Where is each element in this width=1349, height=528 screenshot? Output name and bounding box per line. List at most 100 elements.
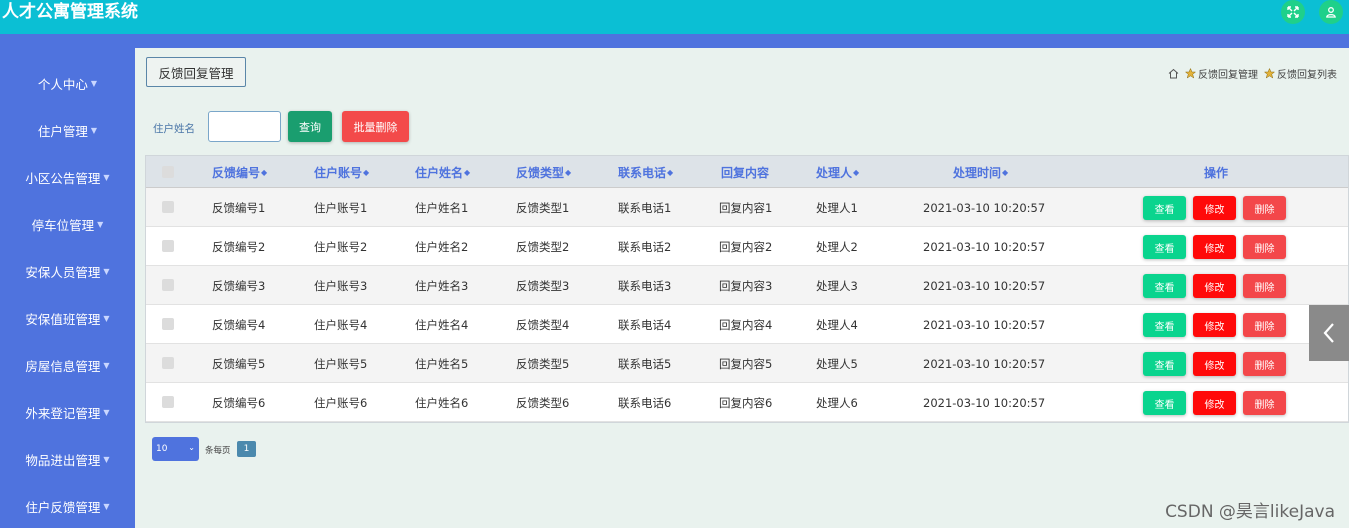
caret-down-icon: ▼ xyxy=(103,313,110,323)
feedback-table: 反馈编号 ◆ 住户账号 ◆ 住户姓名 ◆ 反馈类型 ◆ 联系电话 ◆ 回复内容 处理人 ◆ … xyxy=(145,155,1349,423)
header-feedback-no[interactable]: 反馈编号 ◆ xyxy=(212,156,267,188)
header-type[interactable]: 反馈类型 ◆ xyxy=(516,156,571,188)
breadcrumb: 反馈回复管理 反馈回复列表 xyxy=(1168,66,1337,81)
app-title: 人才公寓管理系统 xyxy=(2,2,138,22)
delete-button[interactable]: 删除 xyxy=(1243,391,1286,415)
cell-handler: 处理人5 xyxy=(816,356,858,371)
row-checkbox[interactable] xyxy=(162,396,174,408)
edit-button[interactable]: 修改 xyxy=(1193,235,1236,259)
sidebar-item-house-info[interactable]: 房屋信息管理 ▼ xyxy=(0,350,135,380)
cell-type: 反馈类型2 xyxy=(516,239,570,254)
sidebar-item-goods[interactable]: 物品进出管理 ▼ xyxy=(0,444,135,474)
cell-reply: 回复内容2 xyxy=(719,239,773,254)
caret-down-icon: ▼ xyxy=(103,454,110,464)
query-button[interactable]: 查询 xyxy=(288,111,332,142)
sidebar-item-notice[interactable]: 小区公告管理 ▼ xyxy=(0,162,135,192)
cell-feedback-no: 反馈编号1 xyxy=(212,200,266,215)
cell-account: 住户账号5 xyxy=(314,356,368,371)
cell-reply: 回复内容6 xyxy=(719,395,773,410)
sidebar-item-resident[interactable]: 住户管理 ▼ xyxy=(0,115,135,145)
view-button[interactable]: 查看 xyxy=(1143,274,1186,298)
sort-icon: ◆ xyxy=(363,167,370,177)
caret-down-icon: ▼ xyxy=(103,172,110,182)
edit-button[interactable]: 修改 xyxy=(1193,352,1236,376)
header-label: 反馈类型 xyxy=(516,165,565,180)
chevron-down-icon: ⌄ xyxy=(188,443,195,452)
fullscreen-button[interactable] xyxy=(1281,0,1305,24)
cell-reply: 回复内容4 xyxy=(719,317,773,332)
cell-reply: 回复内容5 xyxy=(719,356,773,371)
cell-feedback-no: 反馈编号6 xyxy=(212,395,266,410)
sidebar-item-label: 个人中心 xyxy=(37,76,88,92)
view-button[interactable]: 查看 xyxy=(1143,235,1186,259)
header-name[interactable]: 住户姓名 ◆ xyxy=(415,156,470,188)
bulk-delete-button[interactable]: 批量删除 xyxy=(342,111,409,142)
row-checkbox[interactable] xyxy=(162,240,174,252)
edit-button[interactable]: 修改 xyxy=(1193,313,1236,337)
sort-icon: ◆ xyxy=(464,167,471,177)
view-button[interactable]: 查看 xyxy=(1143,196,1186,220)
edit-button[interactable]: 修改 xyxy=(1193,196,1236,220)
sidebar-item-label: 物品进出管理 xyxy=(25,452,101,468)
view-button[interactable]: 查看 xyxy=(1143,391,1186,415)
cell-name: 住户姓名1 xyxy=(415,200,469,215)
sidebar-item-label: 住户反馈管理 xyxy=(25,499,101,515)
page-number-button[interactable]: 1 xyxy=(237,441,256,457)
caret-down-icon: ▼ xyxy=(103,501,110,511)
header-strip xyxy=(0,34,1349,48)
header-handler[interactable]: 处理人 ◆ xyxy=(816,156,859,188)
breadcrumb-item[interactable]: 反馈回复管理 xyxy=(1198,66,1258,81)
row-checkbox[interactable] xyxy=(162,279,174,291)
sidebar-item-visitor[interactable]: 外来登记管理 ▼ xyxy=(0,397,135,427)
cell-time: 2021-03-10 10:20:57 xyxy=(923,239,1046,254)
row-checkbox[interactable] xyxy=(162,201,174,213)
page-size-select[interactable]: 10 ⌄ xyxy=(152,437,199,461)
sidebar-item-security-staff[interactable]: 安保人员管理 ▼ xyxy=(0,256,135,286)
edit-button[interactable]: 修改 xyxy=(1193,274,1236,298)
delete-button[interactable]: 删除 xyxy=(1243,313,1286,337)
header-time[interactable]: 处理时间 ◆ xyxy=(953,156,1008,188)
cell-account: 住户账号3 xyxy=(314,278,368,293)
side-panel-toggle[interactable] xyxy=(1309,305,1349,361)
cell-reply: 回复内容3 xyxy=(719,278,773,293)
resident-name-input[interactable] xyxy=(208,111,281,142)
chevron-left-icon xyxy=(1323,323,1334,343)
top-header: 人才公寓管理系统 xyxy=(0,0,1349,34)
cell-feedback-no: 反馈编号2 xyxy=(212,239,266,254)
header-label: 住户账号 xyxy=(314,165,363,180)
user-icon xyxy=(1326,7,1336,18)
sidebar-item-parking[interactable]: 停车位管理 ▼ xyxy=(0,209,135,239)
header-reply: 回复内容 xyxy=(721,156,769,188)
sidebar: 个人中心 ▼ 住户管理 ▼ 小区公告管理 ▼ 停车位管理 ▼ 安保人员管理 ▼ 安保值班管… xyxy=(0,34,135,528)
caret-down-icon: ▼ xyxy=(103,360,110,370)
cell-name: 住户姓名5 xyxy=(415,356,469,371)
row-checkbox[interactable] xyxy=(162,318,174,330)
sidebar-item-security-duty[interactable]: 安保值班管理 ▼ xyxy=(0,303,135,333)
select-all-checkbox[interactable] xyxy=(162,166,174,178)
sort-icon: ◆ xyxy=(853,167,860,177)
view-button[interactable]: 查看 xyxy=(1143,313,1186,337)
sidebar-item-personal-center[interactable]: 个人中心 ▼ xyxy=(0,68,135,98)
page-size-value: 10 xyxy=(156,444,168,454)
header-phone[interactable]: 联系电话 ◆ xyxy=(618,156,673,188)
row-checkbox[interactable] xyxy=(162,357,174,369)
cell-phone: 联系电话3 xyxy=(618,278,672,293)
table-row: 反馈编号5 住户账号5 住户姓名5 反馈类型5 联系电话5 回复内容5 处理人5 2021-0… xyxy=(146,344,1348,383)
cell-handler: 处理人4 xyxy=(816,317,858,332)
search-label: 住户姓名 xyxy=(153,123,195,135)
cell-reply: 回复内容1 xyxy=(719,200,773,215)
page-tag[interactable]: 反馈回复管理 xyxy=(146,57,246,87)
cell-account: 住户账号4 xyxy=(314,317,368,332)
sidebar-item-feedback[interactable]: 住户反馈管理 ▼ xyxy=(0,491,135,521)
cell-time: 2021-03-10 10:20:57 xyxy=(923,395,1046,410)
delete-button[interactable]: 删除 xyxy=(1243,274,1286,298)
delete-button[interactable]: 删除 xyxy=(1243,196,1286,220)
header-account[interactable]: 住户账号 ◆ xyxy=(314,156,369,188)
user-button[interactable] xyxy=(1319,0,1343,24)
delete-button[interactable]: 删除 xyxy=(1243,235,1286,259)
view-button[interactable]: 查看 xyxy=(1143,352,1186,376)
edit-button[interactable]: 修改 xyxy=(1193,391,1236,415)
table-row: 反馈编号2 住户账号2 住户姓名2 反馈类型2 联系电话2 回复内容2 处理人2 2021-0… xyxy=(146,227,1348,266)
per-page-label: 条每页 xyxy=(205,446,231,456)
delete-button[interactable]: 删除 xyxy=(1243,352,1286,376)
